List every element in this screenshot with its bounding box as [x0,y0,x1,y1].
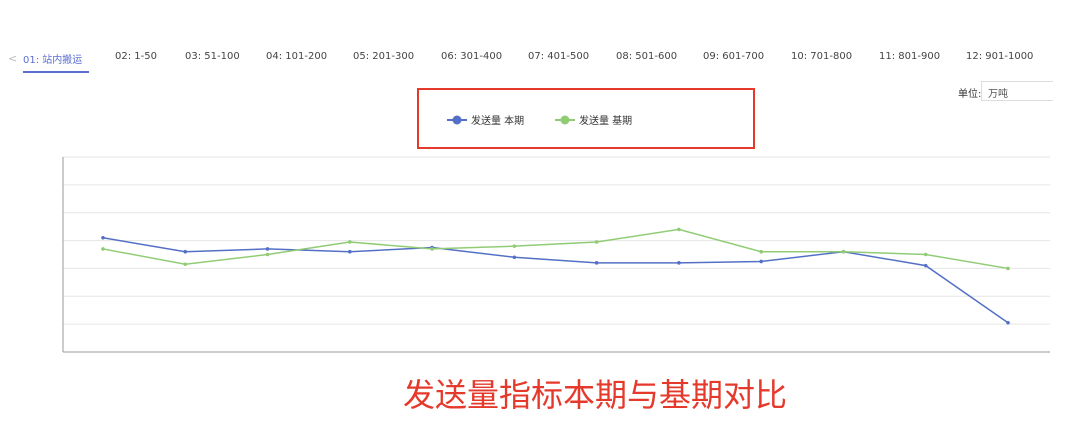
data-point [1006,320,1010,325]
data-point [348,240,352,244]
data-point [512,255,517,260]
chart-caption: 发送量指标本期与基期对比 [402,376,787,414]
data-point [183,249,188,254]
data-point [512,244,517,248]
data-point [677,261,681,265]
data-point [759,249,763,254]
data-point [1006,266,1010,271]
data-point [841,249,846,254]
data-point [923,263,928,268]
data-point [430,247,434,251]
data-point [759,259,763,264]
series-line-1 [102,237,1009,324]
series-line-2 [102,228,1009,270]
data-point [265,252,270,257]
data-point [594,240,599,244]
data-point [101,247,105,251]
data-point [677,227,681,232]
legend-highlight-box [417,88,755,149]
data-point [923,252,928,257]
data-point [265,247,270,251]
data-point [101,235,105,240]
data-point [348,249,352,254]
data-point [183,262,188,267]
data-point [594,261,599,265]
